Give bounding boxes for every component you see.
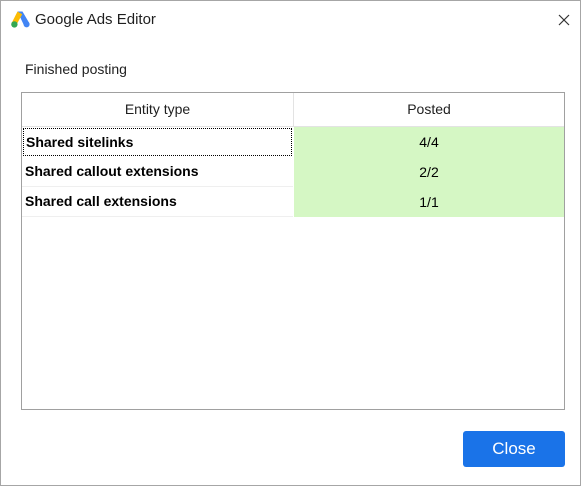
posted-cell[interactable]: 4/4 [294, 127, 564, 157]
posted-cell[interactable]: 2/2 [294, 157, 564, 187]
window-title: Google Ads Editor [35, 11, 156, 28]
entity-cell[interactable]: Shared callout extensions [22, 157, 293, 187]
table-header: Entity type Posted [22, 93, 564, 127]
status-message: Finished posting [25, 61, 127, 77]
table-row[interactable]: Shared call extensions 1/1 [22, 187, 564, 217]
title-bar: Google Ads Editor [1, 1, 580, 39]
results-table: Entity type Posted Shared sitelinks 4/4 … [21, 92, 565, 410]
entity-cell[interactable]: Shared sitelinks [23, 128, 292, 156]
close-button[interactable]: Close [463, 431, 565, 467]
table-row[interactable]: Shared sitelinks 4/4 [22, 127, 564, 157]
table-row[interactable]: Shared callout extensions 2/2 [22, 157, 564, 187]
entity-cell[interactable]: Shared call extensions [22, 187, 293, 217]
column-header-posted[interactable]: Posted [294, 93, 564, 126]
close-icon[interactable] [554, 10, 574, 30]
posted-cell[interactable]: 1/1 [294, 187, 564, 217]
google-ads-logo-icon [11, 11, 30, 28]
dialog-window: Google Ads Editor Finished posting Entit… [0, 0, 581, 486]
column-header-entity-type[interactable]: Entity type [22, 93, 294, 126]
